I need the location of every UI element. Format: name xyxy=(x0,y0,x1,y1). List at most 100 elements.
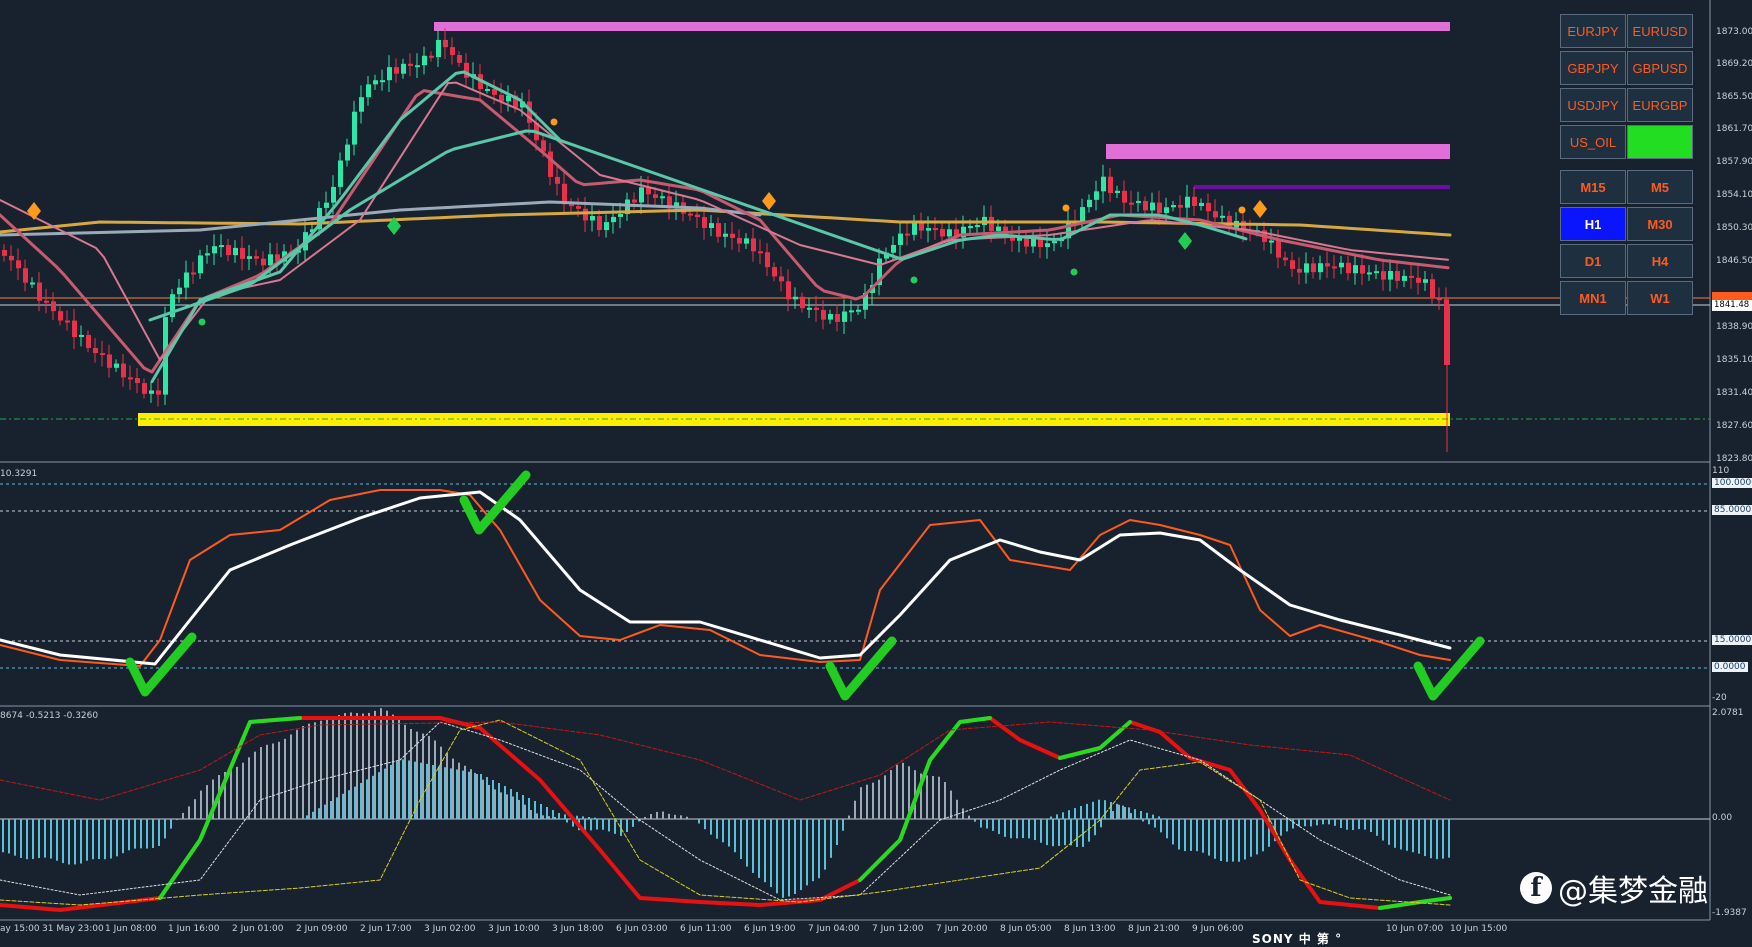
candle-body xyxy=(51,301,56,311)
histogram-bar xyxy=(812,819,814,881)
time-label: 6 Jun 03:00 xyxy=(616,924,667,934)
symbol-button-eurusd[interactable]: EURUSD xyxy=(1627,14,1693,48)
candle-body xyxy=(415,65,420,67)
timeframe-button-m15[interactable]: M15 xyxy=(1560,170,1626,204)
candle-body xyxy=(135,378,140,383)
timeframe-button-h4[interactable]: H4 xyxy=(1627,244,1693,278)
time-label: 7 Jun 04:00 xyxy=(808,924,859,934)
symbol-button-usdjpy[interactable]: USDJPY xyxy=(1560,88,1626,122)
price-tick: 1827.60 xyxy=(1716,421,1752,431)
stoch-level-label: 100.0000 xyxy=(1712,478,1752,488)
candle-body xyxy=(1108,177,1113,193)
histogram-bar xyxy=(1058,819,1060,846)
symbol-button-eurjpy[interactable]: EURJPY xyxy=(1560,14,1626,48)
histogram-bar xyxy=(968,816,970,819)
histogram-bar xyxy=(944,782,946,819)
chart-canvas[interactable] xyxy=(0,0,1752,941)
timeframe-button-h1[interactable]: H1 xyxy=(1560,207,1626,241)
histogram-bar xyxy=(474,773,476,819)
candle-body xyxy=(765,252,770,267)
candle-body xyxy=(1325,263,1330,266)
symbol-button-gbpjpy[interactable]: GBPJPY xyxy=(1560,51,1626,85)
histogram-bar xyxy=(446,753,448,819)
price-panel xyxy=(0,0,1710,462)
candle-body xyxy=(891,245,896,253)
histogram-bar xyxy=(450,768,452,819)
stoch-level-label: 0.0000 xyxy=(1712,662,1748,672)
candle-body xyxy=(1416,278,1421,283)
histogram-bar xyxy=(482,780,484,819)
histogram-bar xyxy=(1118,805,1120,819)
candle-body xyxy=(926,228,931,231)
candle-body xyxy=(751,238,756,251)
candle-body xyxy=(1178,205,1183,208)
histogram-bar xyxy=(140,819,142,848)
symbol-button-xauusd[interactable]: XAUUSD xyxy=(1627,125,1693,159)
symbol-button-eurgbp[interactable]: EURGBP xyxy=(1627,88,1693,122)
candle-body xyxy=(933,228,938,230)
histogram-bar xyxy=(1070,819,1072,845)
timeframe-button-m30[interactable]: M30 xyxy=(1627,207,1693,241)
candle-body xyxy=(373,80,378,84)
histogram-bar xyxy=(308,724,310,819)
histogram-bar xyxy=(1160,819,1162,832)
time-label: 3 Jun 10:00 xyxy=(488,924,539,934)
histogram-bar xyxy=(326,720,328,819)
time-label: 8 Jun 13:00 xyxy=(1064,924,1115,934)
histogram-bar xyxy=(170,819,172,829)
histogram-bar xyxy=(50,819,52,859)
histogram-bar xyxy=(1214,819,1216,859)
histogram-bar xyxy=(1074,808,1076,819)
candle-body xyxy=(758,251,763,253)
histogram-bar xyxy=(620,819,622,836)
histogram-bar xyxy=(548,816,550,819)
signal-dot xyxy=(1063,205,1070,212)
candle-body xyxy=(1206,203,1211,211)
histogram-bar xyxy=(206,785,208,819)
histogram-bar xyxy=(1202,819,1204,853)
histogram-bar xyxy=(860,787,862,819)
histogram-bar xyxy=(830,819,832,858)
histogram-bar xyxy=(1040,819,1042,843)
histogram-bar xyxy=(1328,819,1330,824)
price-tick: 1838.90 xyxy=(1716,322,1752,332)
histogram-bar xyxy=(512,797,514,819)
candle-body xyxy=(247,256,252,259)
histogram-bar xyxy=(1370,819,1372,832)
histogram-bar xyxy=(306,815,308,819)
candle-body xyxy=(1276,241,1281,258)
histogram-bar xyxy=(534,801,536,819)
candle-body xyxy=(1332,266,1337,268)
candle-body xyxy=(611,217,616,222)
histogram-bar xyxy=(152,819,154,848)
histogram-bar xyxy=(1062,812,1064,819)
histogram-bar xyxy=(1244,819,1246,859)
candle-body xyxy=(786,281,791,299)
timeframe-button-m5[interactable]: M5 xyxy=(1627,170,1693,204)
timeframe-button-d1[interactable]: D1 xyxy=(1560,244,1626,278)
histogram-bar xyxy=(788,819,790,896)
histogram-bar xyxy=(158,819,160,846)
candle-body xyxy=(177,288,182,295)
histogram-bar xyxy=(1124,807,1126,819)
price-tick: 1831.40 xyxy=(1716,388,1752,398)
symbol-button-us-oil[interactable]: US_OIL xyxy=(1560,125,1626,159)
candle-body xyxy=(324,203,329,208)
timeframe-button-w1[interactable]: W1 xyxy=(1627,281,1693,315)
candle-body xyxy=(618,214,623,217)
price-tick: 1823.80 xyxy=(1716,454,1752,464)
candle-body xyxy=(198,255,203,273)
histogram-bar xyxy=(438,766,440,819)
histogram-bar xyxy=(644,817,646,819)
histogram-bar xyxy=(254,752,256,819)
timeframe-button-mn1[interactable]: MN1 xyxy=(1560,281,1626,315)
histogram-bar xyxy=(492,780,494,819)
candle-body xyxy=(555,177,560,184)
histogram-bar xyxy=(524,805,526,819)
candle-body xyxy=(849,310,854,312)
histogram-bar xyxy=(1262,819,1264,851)
histogram-bar xyxy=(776,819,778,893)
symbol-button-gbpusd[interactable]: GBPUSD xyxy=(1627,51,1693,85)
candle-body xyxy=(1171,205,1176,207)
histogram-bar xyxy=(342,794,344,819)
